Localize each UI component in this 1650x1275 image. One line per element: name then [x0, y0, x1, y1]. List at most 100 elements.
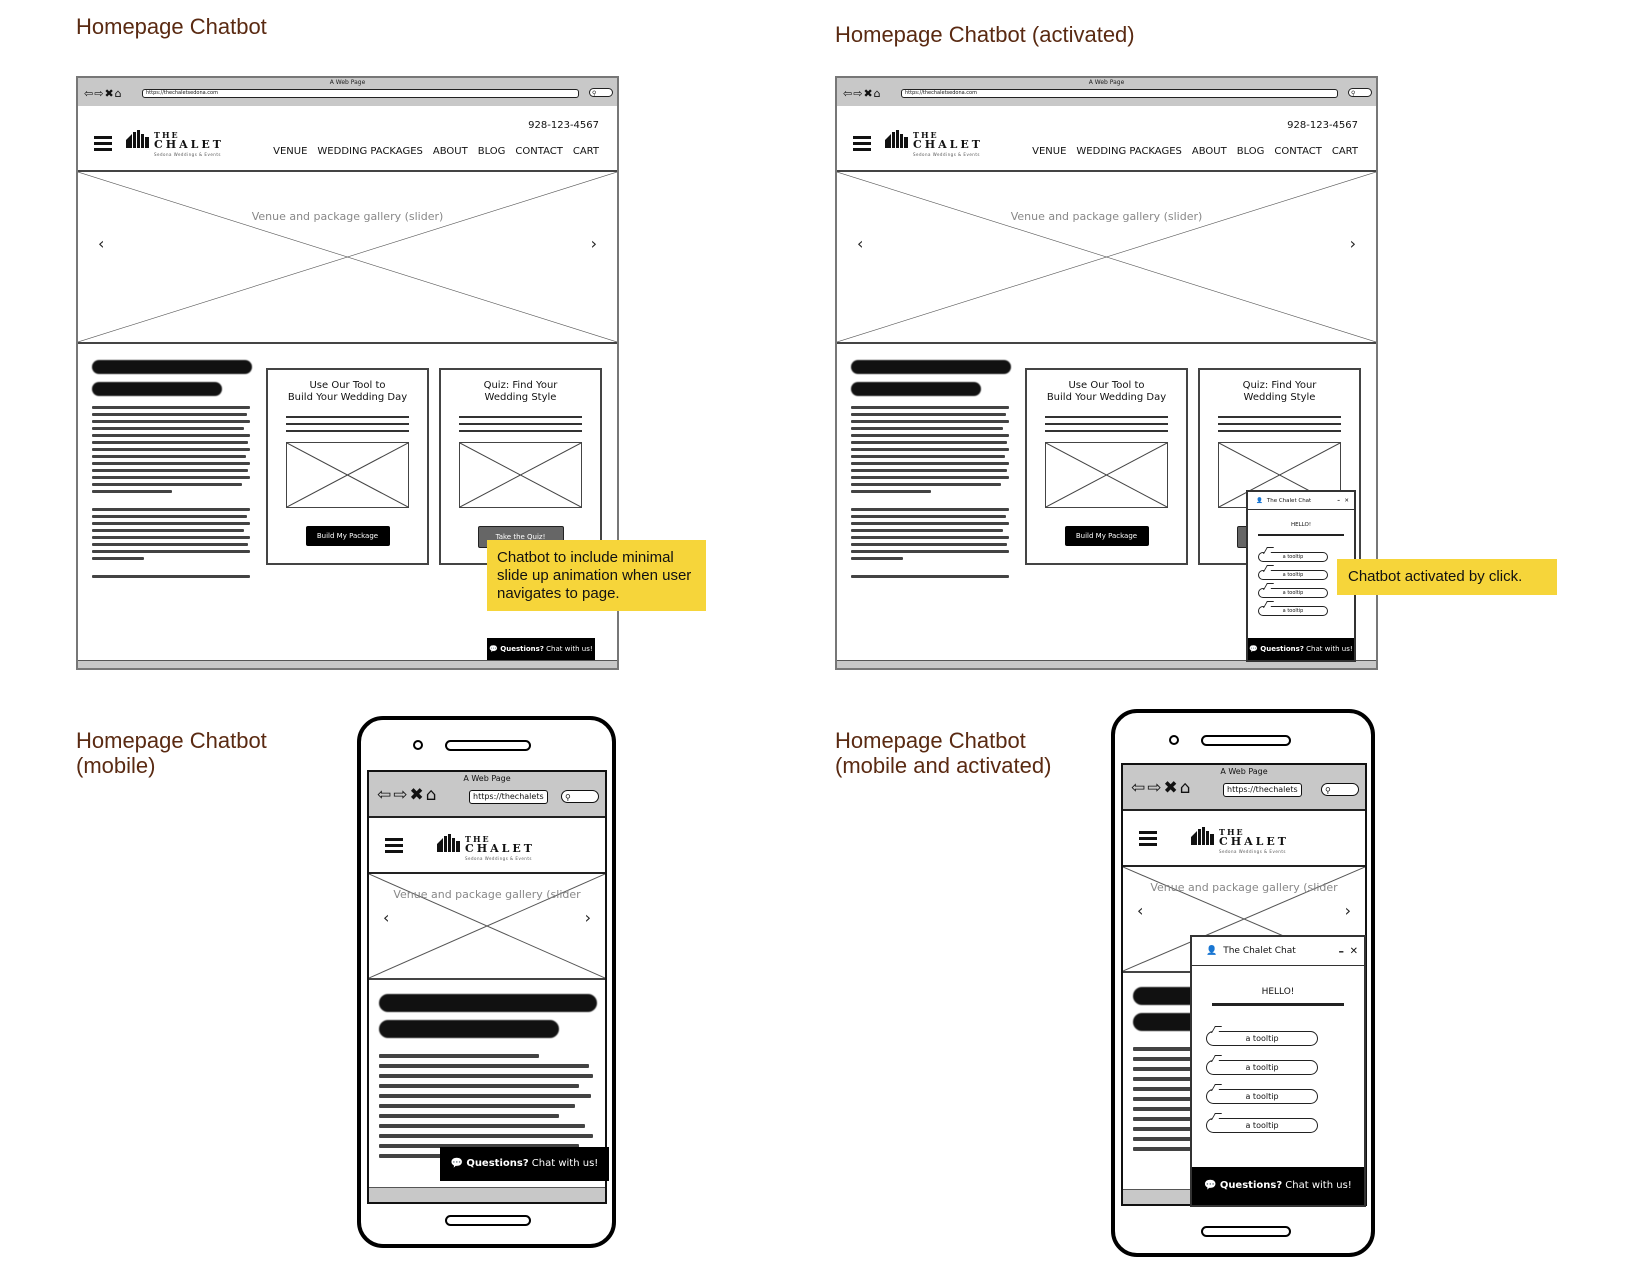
- build-my-package-button[interactable]: Build My Package: [1064, 526, 1149, 546]
- nav-blog[interactable]: BLOG: [478, 146, 506, 157]
- slider-next-icon[interactable]: ›: [1345, 901, 1351, 920]
- hero-slider[interactable]: Venue and package gallery (slider) ‹ ›: [78, 172, 617, 344]
- stop-icon[interactable]: ✖: [104, 87, 114, 100]
- search-icon: ⚲: [1325, 786, 1331, 795]
- chat-launcher-bar[interactable]: 💬 Questions? Chat with us!: [487, 638, 595, 660]
- close-icon[interactable]: ✕: [1344, 498, 1349, 504]
- chatbot-message-scribble: [1212, 1003, 1344, 1006]
- slider-next-icon[interactable]: ›: [591, 234, 597, 253]
- chatbot-tooltip-option[interactable]: a tooltip: [1206, 1060, 1318, 1075]
- chatbot-tooltip-option[interactable]: a tooltip: [1258, 588, 1328, 598]
- slider-prev-icon[interactable]: ‹: [98, 234, 104, 253]
- nav-venue[interactable]: VENUE: [273, 146, 307, 157]
- stop-icon[interactable]: ✖: [410, 785, 426, 805]
- close-icon[interactable]: ✕: [1350, 946, 1358, 957]
- forward-icon[interactable]: ⇨: [393, 785, 409, 805]
- card-title-line1: Quiz: Find Your: [483, 380, 558, 391]
- nav-contact[interactable]: CONTACT: [1274, 146, 1321, 157]
- home-icon[interactable]: ⌂: [1180, 778, 1193, 798]
- browser-status-bar: [78, 660, 617, 668]
- chat-launcher-bar[interactable]: 💬 Questions? Chat with us!: [1248, 638, 1354, 660]
- forward-icon[interactable]: ⇨: [1147, 778, 1163, 798]
- chatbot-tooltip-option[interactable]: a tooltip: [1206, 1118, 1318, 1133]
- chat-launcher-bold: Questions?: [500, 645, 544, 653]
- phone-number[interactable]: 928-123-4567: [528, 120, 599, 131]
- phone-home-button[interactable]: [1201, 1226, 1291, 1237]
- browser-chrome: A Web Page ⇦⇨✖⌂ https://thechaletsedona.…: [78, 78, 617, 108]
- slider-prev-icon[interactable]: ‹: [857, 234, 863, 253]
- url-field[interactable]: https://thechalets: [1223, 783, 1302, 797]
- card-text-scribble: [1218, 416, 1341, 437]
- slider-prev-icon[interactable]: ‹: [383, 908, 389, 927]
- hero-slider[interactable]: Venue and package gallery (slider ‹ ›: [369, 874, 605, 980]
- stop-icon[interactable]: ✖: [863, 87, 873, 100]
- browser-search-field[interactable]: ⚲: [1321, 783, 1359, 796]
- chatbot-title: The Chalet Chat: [1266, 497, 1312, 504]
- phone-camera: [413, 740, 423, 750]
- user-icon: 👤: [1256, 497, 1263, 504]
- card-title: Quiz: Find Your Wedding Style: [441, 380, 600, 404]
- hamburger-menu-icon[interactable]: [94, 136, 112, 151]
- chatbot-tooltip-option[interactable]: a tooltip: [1258, 606, 1328, 616]
- phone-speaker: [1201, 735, 1291, 746]
- browser-search-field[interactable]: ⚲: [561, 790, 599, 803]
- mobile-browser-chrome: A Web Page ⇦⇨✖⌂ https://thechalets ⚲: [1123, 765, 1365, 811]
- browser-search-field[interactable]: ⚲: [1348, 88, 1372, 97]
- logo-mark-icon: [126, 130, 149, 148]
- site-header: THE CHALET Sedona Weddings & Events 928-…: [837, 106, 1376, 172]
- chatbot-window: 👤 The Chalet Chat – ✕ HELLO! a tooltip a…: [1190, 935, 1366, 1207]
- url-field[interactable]: https://thechaletsedona.com: [901, 89, 1338, 98]
- stop-icon[interactable]: ✖: [1164, 778, 1180, 798]
- site-header: THE CHALET Sedona Weddings & Events: [369, 818, 605, 874]
- url-field[interactable]: https://thechalets: [469, 790, 548, 804]
- hamburger-menu-icon[interactable]: [853, 136, 871, 151]
- slider-next-icon[interactable]: ›: [1350, 234, 1356, 253]
- chatbot-tooltip-option[interactable]: a tooltip: [1206, 1031, 1318, 1046]
- url-field[interactable]: https://thechaletsedona.com: [142, 89, 579, 98]
- window-title: A Web Page: [1220, 767, 1268, 776]
- forward-icon[interactable]: ⇨: [853, 87, 863, 100]
- slider-next-icon[interactable]: ›: [585, 908, 591, 927]
- chat-launcher-bar[interactable]: 💬 Questions? Chat with us!: [1192, 1167, 1364, 1205]
- chat-launcher-bold: Questions?: [466, 1158, 529, 1169]
- nav-about[interactable]: ABOUT: [433, 146, 468, 157]
- nav-venue[interactable]: VENUE: [1032, 146, 1066, 157]
- home-icon[interactable]: ⌂: [115, 87, 123, 100]
- home-icon[interactable]: ⌂: [874, 87, 882, 100]
- browser-search-field[interactable]: ⚲: [589, 88, 613, 97]
- slider-prev-icon[interactable]: ‹: [1137, 901, 1143, 920]
- chat-launcher-bar[interactable]: 💬 Questions? Chat with us!: [440, 1147, 609, 1181]
- chat-bubbles-icon: 💬: [1204, 1180, 1217, 1191]
- phone-home-button[interactable]: [445, 1215, 531, 1226]
- nav-wedding-packages[interactable]: WEDDING PACKAGES: [317, 146, 422, 157]
- phone-speaker: [445, 740, 531, 751]
- logo-tagline: Sedona Weddings & Events: [913, 152, 980, 157]
- back-icon[interactable]: ⇦: [843, 87, 853, 100]
- section-title-mobile-activated: Homepage Chatbot (mobile and activated): [835, 728, 1051, 778]
- forward-icon[interactable]: ⇨: [94, 87, 104, 100]
- hamburger-menu-icon[interactable]: [1139, 831, 1157, 846]
- back-icon[interactable]: ⇦: [377, 785, 393, 805]
- back-icon[interactable]: ⇦: [1131, 778, 1147, 798]
- nav-cart[interactable]: CART: [573, 146, 599, 157]
- nav-about[interactable]: ABOUT: [1192, 146, 1227, 157]
- chatbot-tooltip-option[interactable]: a tooltip: [1258, 570, 1328, 580]
- home-icon[interactable]: ⌂: [426, 785, 439, 805]
- nav-contact[interactable]: CONTACT: [515, 146, 562, 157]
- back-icon[interactable]: ⇦: [84, 87, 94, 100]
- hero-slider[interactable]: Venue and package gallery (slider) ‹ ›: [837, 172, 1376, 344]
- minimize-icon[interactable]: –: [1337, 498, 1340, 504]
- chat-bubbles-icon: 💬: [1249, 645, 1259, 653]
- nav-wedding-packages[interactable]: WEDDING PACKAGES: [1076, 146, 1181, 157]
- build-my-package-button[interactable]: Build My Package: [305, 526, 390, 546]
- phone-number[interactable]: 928-123-4567: [1287, 120, 1358, 131]
- nav-blog[interactable]: BLOG: [1237, 146, 1265, 157]
- hamburger-menu-icon[interactable]: [385, 838, 403, 853]
- minimize-icon[interactable]: –: [1339, 945, 1345, 958]
- chatbot-greeting: HELLO!: [1290, 522, 1312, 528]
- nav-cart[interactable]: CART: [1332, 146, 1358, 157]
- chatbot-tooltip-option[interactable]: a tooltip: [1258, 552, 1328, 562]
- card-title-line2: Wedding Style: [484, 392, 557, 403]
- heading-scribble: [92, 382, 222, 396]
- chatbot-tooltip-option[interactable]: a tooltip: [1206, 1089, 1318, 1104]
